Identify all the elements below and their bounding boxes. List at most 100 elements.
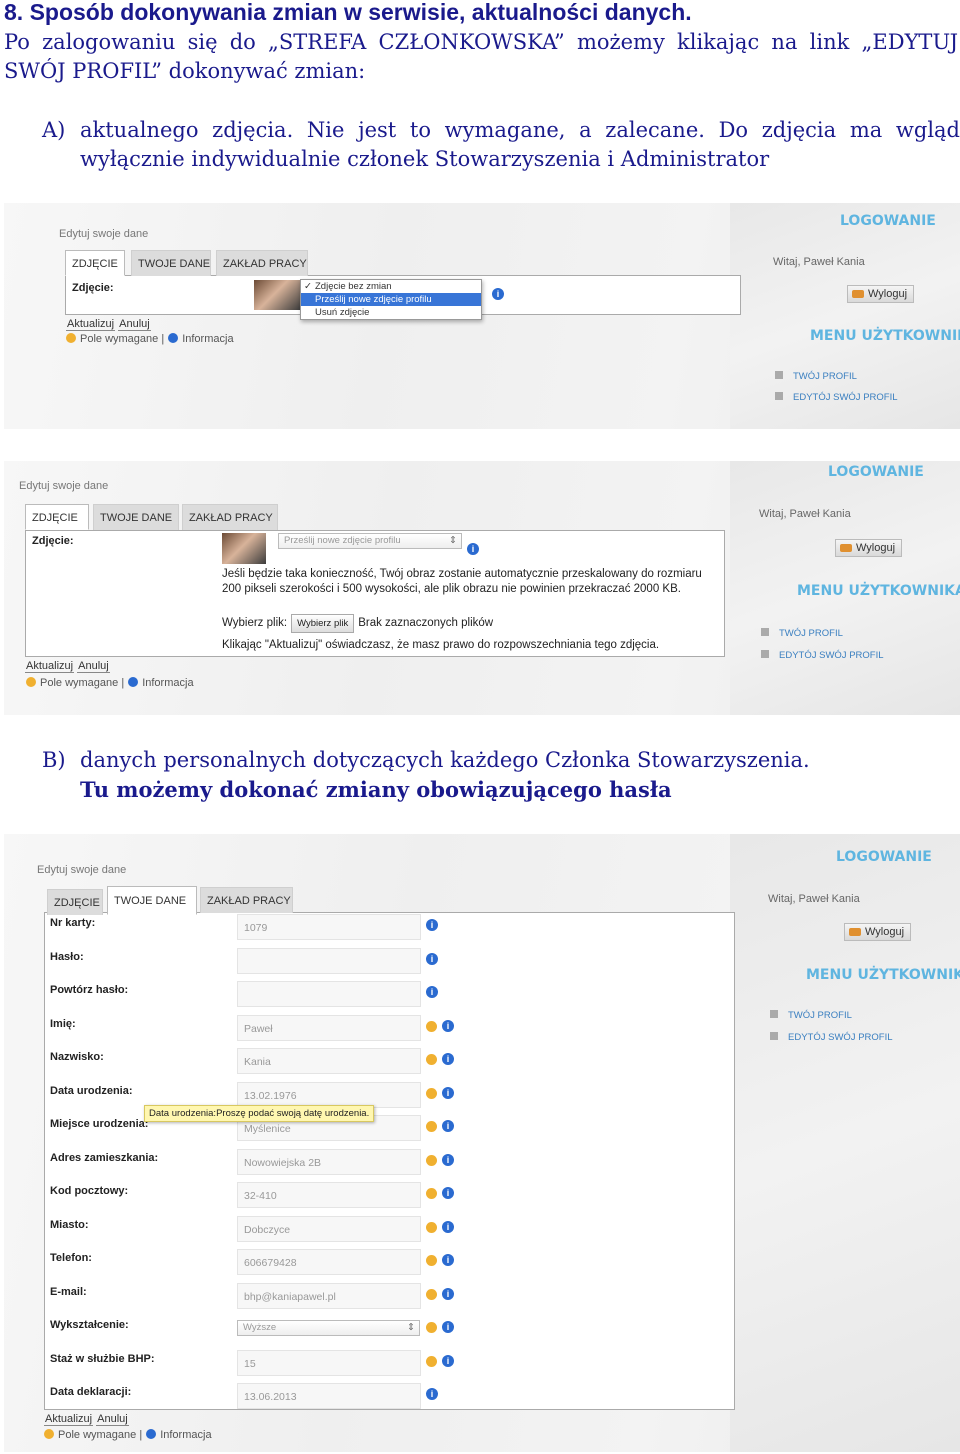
section-heading: 8. Sposób dokonywania zmian w serwisie, … <box>4 0 692 25</box>
field-input[interactable]: 1079 <box>237 914 421 940</box>
dropdown-option-keep[interactable]: ✓ Zdjęcie bez zmian <box>301 280 481 293</box>
required-icon <box>426 1322 437 1333</box>
legend-row: Pole wymagane | Informacja <box>26 677 194 689</box>
tab-photo[interactable]: ZDJĘCIE <box>65 250 125 276</box>
field-input[interactable]: Dobczyce <box>237 1215 421 1242</box>
info-icon: i <box>467 543 479 555</box>
update-button[interactable]: Aktualizuj <box>44 1413 94 1426</box>
field-input[interactable] <box>237 947 421 974</box>
tab-personal-data[interactable]: TWOJE DANE <box>131 250 211 276</box>
point-a: A) aktualnego zdjęcia. Nie jest to wymag… <box>42 116 960 176</box>
photo-label: Zdjęcie: <box>32 535 74 547</box>
logout-icon <box>852 290 864 298</box>
field-label: Powtórz hasło: <box>50 984 129 996</box>
field-label: Nazwisko: <box>50 1051 104 1063</box>
cancel-button[interactable]: Anuluj <box>77 660 110 673</box>
greeting: Witaj, Paweł Kania <box>759 508 851 520</box>
photo-action-dropdown[interactable]: ✓ Zdjęcie bez zmian Prześlij nowe zdjęcie… <box>300 279 482 320</box>
required-icon <box>66 333 76 343</box>
info-icon: i <box>426 986 438 998</box>
tab-photo[interactable]: ZDJĘCIE <box>25 504 89 530</box>
link-your-profile[interactable]: TWÓJ PROFIL <box>761 628 843 639</box>
tab-workplace[interactable]: ZAKŁAD PRACY <box>182 504 278 530</box>
dropdown-option-delete[interactable]: Usuń zdjęcie <box>301 306 481 319</box>
edit-title: Edytuj swoje dane <box>59 228 149 240</box>
tab-personal-data[interactable]: TWOJE DANE <box>93 504 179 530</box>
info-icon: i <box>426 919 438 931</box>
tab-personal-data[interactable]: TWOJE DANE <box>107 886 197 915</box>
user-menu-title: MENU UŻYTKOWNIKA <box>797 583 960 599</box>
edit-title: Edytuj swoje dane <box>37 864 127 876</box>
field-input[interactable]: Paweł <box>237 1014 421 1041</box>
screenshot-photo-upload: Edytuj swoje dane ZDJĘCIE TWOJE DANE ZAK… <box>4 461 960 715</box>
education-select[interactable]: Wyższe ⇕ <box>237 1320 420 1336</box>
form-buttons: Aktualizuj Anuluj <box>25 660 110 673</box>
field-input[interactable] <box>237 981 421 1007</box>
field-label: Nr karty: <box>50 917 96 929</box>
logout-button[interactable]: Wyloguj <box>847 285 915 303</box>
info-icon: i <box>442 1120 454 1132</box>
login-title: LOGOWANIE <box>836 849 932 865</box>
info-icon: i <box>442 1053 454 1065</box>
intro-paragraph: Po zalogowaniu się do „STREFA CZŁONKOWSK… <box>4 30 958 83</box>
field-input[interactable]: 606679428 <box>237 1249 421 1275</box>
login-title: LOGOWANIE <box>828 464 924 480</box>
bullet-icon <box>770 1032 778 1040</box>
link-your-profile[interactable]: TWÓJ PROFIL <box>775 371 857 382</box>
tab-workplace[interactable]: ZAKŁAD PRACY <box>200 887 293 913</box>
dropdown-option-upload[interactable]: Prześlij nowe zdjęcie profilu <box>301 293 481 306</box>
info-icon: i <box>442 1254 454 1266</box>
field-label: Wykształcenie: <box>50 1319 129 1331</box>
link-your-profile[interactable]: TWÓJ PROFIL <box>770 1010 852 1021</box>
field-label: Data urodzenia: <box>50 1084 133 1097</box>
field-label: Kod pocztowy: <box>50 1185 129 1197</box>
logout-button[interactable]: Wyloguj <box>844 923 912 941</box>
info-legend-icon <box>168 333 179 343</box>
bullet-icon <box>775 371 783 379</box>
photo-label: Zdjęcie: <box>72 282 114 294</box>
required-icon <box>426 1020 437 1032</box>
profile-photo <box>222 533 266 564</box>
info-icon: i <box>426 952 438 965</box>
field-label: E-mail: <box>50 1285 87 1298</box>
info-icon: i <box>442 1153 454 1166</box>
photo-action-select[interactable]: Prześlij nowe zdjęcie profilu ⇕ <box>278 533 462 549</box>
field-label: Imię: <box>50 1017 76 1030</box>
field-input[interactable]: bhp@kaniapawel.pl <box>237 1282 421 1309</box>
info-icon: i <box>442 1321 454 1333</box>
choose-file-button[interactable]: Wybierz plik <box>291 614 355 633</box>
cancel-button[interactable]: Anuluj <box>96 1413 129 1426</box>
required-icon <box>426 1154 437 1166</box>
form-buttons: Aktualizuj Anuluj <box>66 318 151 331</box>
consent-note: Klikając "Aktualizuj" oświadczasz, że ma… <box>222 639 660 651</box>
tab-workplace[interactable]: ZAKŁAD PRACY <box>216 250 308 276</box>
cancel-button[interactable]: Anuluj <box>118 318 151 331</box>
field-input[interactable]: 32-410 <box>237 1182 421 1208</box>
resize-note: Jeśli będzie taka konieczność, Twój obra… <box>222 568 702 595</box>
logout-button[interactable]: Wyloguj <box>835 539 903 557</box>
update-button[interactable]: Aktualizuj <box>66 318 116 331</box>
field-input[interactable]: 13.06.2013 <box>237 1383 421 1409</box>
update-button[interactable]: Aktualizuj <box>25 660 75 673</box>
birthdate-tooltip: Data urodzenia:Proszę podać swoją datę u… <box>144 1105 375 1122</box>
screenshot-personal-data: Edytuj swoje dane ZDJĘCIE TWOJE DANE ZAK… <box>4 834 960 1452</box>
field-input[interactable]: 15 <box>237 1349 421 1376</box>
profile-photo <box>254 280 300 310</box>
field-input[interactable]: Kania <box>237 1048 421 1074</box>
info-legend-icon <box>128 677 139 687</box>
info-legend-icon <box>146 1429 157 1439</box>
field-label: Miasto: <box>50 1218 89 1231</box>
required-icon <box>426 1121 437 1132</box>
bullet-icon <box>761 650 769 658</box>
required-icon <box>426 1188 437 1199</box>
link-edit-profile[interactable]: EDYTÓJ SWÓJ PROFIL <box>770 1032 893 1043</box>
legend-row: Pole wymagane | Informacja <box>66 333 234 345</box>
select-arrow-icon: ⇕ <box>407 1322 415 1333</box>
field-input[interactable]: Nowowiejska 2B <box>237 1148 421 1175</box>
info-icon: i <box>442 1019 454 1032</box>
link-edit-profile[interactable]: EDYTÓJ SWÓJ PROFIL <box>761 650 884 661</box>
tab-photo[interactable]: ZDJĘCIE <box>47 889 103 915</box>
required-icon <box>426 1355 437 1367</box>
field-input[interactable]: 13.02.1976 <box>237 1081 421 1108</box>
link-edit-profile[interactable]: EDYTÓJ SWÓJ PROFIL <box>775 392 898 403</box>
